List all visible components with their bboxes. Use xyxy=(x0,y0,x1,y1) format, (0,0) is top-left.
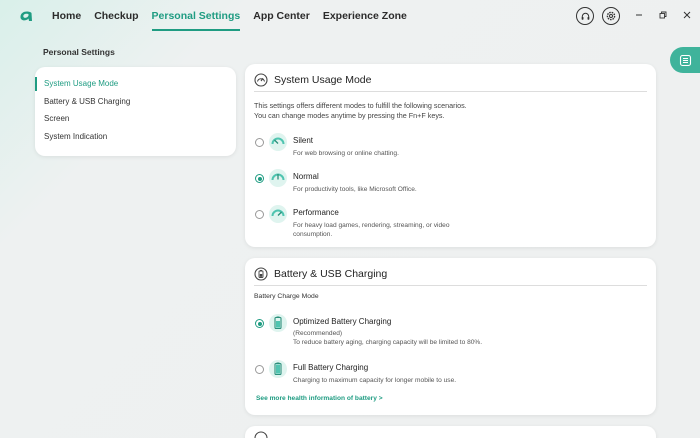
normal-radio[interactable] xyxy=(255,174,264,183)
mode-description: This settings offers different modes to … xyxy=(254,101,467,120)
minimize-icon xyxy=(636,14,642,16)
system-usage-mode-card: System Usage Mode This settings offers d… xyxy=(245,64,656,247)
minimize-button[interactable] xyxy=(632,8,646,22)
full-charging-subtitle: Charging to maximum capacity for longer … xyxy=(293,377,457,384)
performance-title: Performance xyxy=(293,208,339,217)
settings-button[interactable] xyxy=(602,7,620,25)
full-charging-title: Full Battery Charging xyxy=(293,363,369,372)
tab-home[interactable]: Home xyxy=(52,0,81,34)
battery-health-link[interactable]: See more health information of battery > xyxy=(256,395,383,402)
mode-description-line2: You can change modes anytime by pressing… xyxy=(254,110,445,120)
card-header: System Usage Mode xyxy=(254,70,371,90)
acer-logo-icon[interactable] xyxy=(18,9,34,23)
side-panel-button[interactable] xyxy=(670,47,700,73)
silent-radio[interactable] xyxy=(255,138,264,147)
normal-subtitle: For productivity tools, like Microsoft O… xyxy=(293,186,417,193)
close-icon xyxy=(683,11,691,19)
mode-description-line1: This settings offers different modes to … xyxy=(254,101,467,110)
optimized-charging-subtitle-line1: (Recommended) xyxy=(293,330,343,337)
normal-title: Normal xyxy=(293,172,319,181)
performance-radio[interactable] xyxy=(255,210,264,219)
optimized-charging-radio[interactable] xyxy=(255,319,264,328)
settings-sidebar: System Usage Mode Battery & USB Charging… xyxy=(35,67,236,156)
headset-icon xyxy=(581,12,589,20)
divider xyxy=(254,91,647,92)
restore-button[interactable] xyxy=(656,8,670,22)
full-charging-radio[interactable] xyxy=(255,365,264,374)
normal-mode-icon xyxy=(269,169,287,187)
main-nav: Home Checkup Personal Settings App Cente… xyxy=(52,0,420,34)
battery-optimized-icon xyxy=(269,314,287,332)
next-section-card xyxy=(245,426,656,438)
tab-checkup[interactable]: Checkup xyxy=(94,0,138,34)
optimized-charging-subtitle: (Recommended) To reduce battery aging, c… xyxy=(293,329,533,347)
optimized-charging-subtitle-line2: To reduce battery aging, charging capaci… xyxy=(293,339,483,346)
sidebar-item-system-indication[interactable]: System Indication xyxy=(35,128,236,146)
tab-app-center[interactable]: App Center xyxy=(253,0,310,34)
sidebar-item-battery-usb-charging[interactable]: Battery & USB Charging xyxy=(35,93,236,111)
divider xyxy=(254,285,647,286)
sidebar-item-screen[interactable]: Screen xyxy=(35,110,236,128)
performance-subtitle: For heavy load games, rendering, streami… xyxy=(293,221,503,239)
optimized-charging-title: Optimized Battery Charging xyxy=(293,317,392,326)
battery-icon xyxy=(254,267,268,281)
performance-subtitle-line1: For heavy load games, rendering, streami… xyxy=(293,222,450,229)
support-button[interactable] xyxy=(576,7,594,25)
battery-charge-mode-label: Battery Charge Mode xyxy=(254,293,319,300)
silent-mode-icon xyxy=(269,133,287,151)
card-header: Battery & USB Charging xyxy=(254,264,387,284)
silent-subtitle: For web browsing or online chatting. xyxy=(293,150,399,157)
performance-mode-icon xyxy=(269,205,287,223)
close-button[interactable] xyxy=(680,8,694,22)
tab-personal-settings[interactable]: Personal Settings xyxy=(151,0,240,34)
top-bar: Home Checkup Personal Settings App Cente… xyxy=(0,0,700,34)
battery-usb-charging-card: Battery & USB Charging Battery Charge Mo… xyxy=(245,258,656,415)
restore-icon xyxy=(659,11,667,19)
list-icon xyxy=(679,54,691,66)
card-title: Battery & USB Charging xyxy=(274,268,388,280)
gear-icon xyxy=(606,11,616,21)
tab-experience-zone[interactable]: Experience Zone xyxy=(323,0,407,34)
gauge-icon xyxy=(254,73,268,87)
page-heading: Personal Settings xyxy=(43,47,115,57)
card-title: System Usage Mode xyxy=(274,74,372,86)
performance-subtitle-line2: consumption. xyxy=(293,231,333,238)
silent-title: Silent xyxy=(293,136,314,145)
battery-full-icon xyxy=(269,360,287,378)
section-icon xyxy=(254,431,268,438)
sidebar-item-system-usage-mode[interactable]: System Usage Mode xyxy=(35,75,236,93)
